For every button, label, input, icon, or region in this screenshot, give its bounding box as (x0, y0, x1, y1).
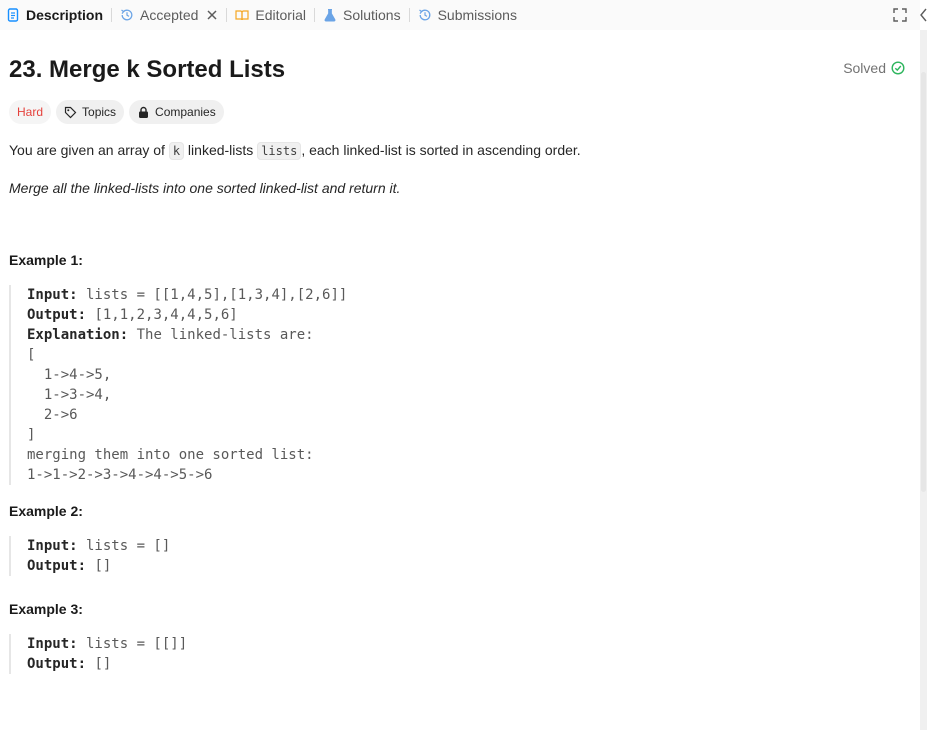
tab-description[interactable]: Description (0, 0, 109, 30)
tab-bar-actions (892, 7, 908, 23)
output-value: [] (86, 656, 112, 672)
tab-bar: Description Accepted Editorial Solutions (0, 0, 920, 30)
tab-divider (408, 8, 410, 22)
output-label: Output: (27, 307, 87, 323)
example-3-block: Input: lists = [[]] Output: [] (9, 634, 909, 674)
input-label: Input: (27, 636, 78, 652)
tab-editorial[interactable]: Editorial (229, 0, 312, 30)
example-2-block: Input: lists = [] Output: [] (9, 536, 909, 576)
tag-icon (64, 106, 77, 119)
check-circle-icon (891, 61, 905, 75)
scrollbar-thumb[interactable] (921, 72, 926, 492)
chevron-left-icon[interactable] (920, 6, 927, 24)
description-text: linked-lists (184, 142, 258, 158)
tab-solutions[interactable]: Solutions (317, 0, 407, 30)
tab-accepted[interactable]: Accepted (114, 0, 224, 30)
document-icon (6, 8, 20, 22)
explanation-label: Explanation: (27, 327, 129, 343)
example-3-title: Example 3: (9, 601, 83, 617)
input-value: lists = [[1,4,5],[1,3,4],[2,6]] (77, 287, 348, 303)
input-value: lists = [[]] (77, 636, 188, 652)
tab-submissions-label: Submissions (437, 7, 517, 23)
description-text: , each linked-list is sorted in ascendin… (301, 142, 581, 158)
example-2-title: Example 2: (9, 503, 83, 519)
tab-divider (111, 8, 113, 22)
example-1-title: Example 1: (9, 252, 83, 268)
problem-content: 23. Merge k Sorted Lists Solved Hard Top… (9, 44, 909, 674)
tab-submissions[interactable]: Submissions (412, 0, 523, 30)
tab-editorial-label: Editorial (255, 7, 306, 23)
output-value: [1,1,2,3,4,4,5,6] (86, 307, 238, 323)
topics-label: Topics (82, 105, 117, 119)
tab-solutions-label: Solutions (342, 7, 401, 23)
title-row: 23. Merge k Sorted Lists Solved (9, 44, 909, 96)
history-icon (120, 8, 134, 22)
difficulty-badge: Hard (9, 100, 52, 124)
close-icon[interactable] (206, 9, 218, 21)
lock-icon (137, 106, 150, 119)
description-text: You are given an array of (9, 142, 169, 158)
solved-status: Solved (843, 60, 905, 76)
input-value: lists = [] (77, 538, 171, 554)
scrollbar[interactable] (920, 30, 927, 730)
solved-label: Solved (843, 60, 886, 76)
tag-row: Hard Topics Companies (9, 100, 909, 126)
description-paragraph: You are given an array of k linked-lists… (9, 140, 909, 161)
explanation-value: The linked-lists are: [ 1->4->5, 1->3->4… (27, 327, 314, 483)
book-icon (235, 8, 249, 22)
companies-button[interactable]: Companies (129, 100, 224, 124)
tab-divider (226, 8, 228, 22)
tab-accepted-label: Accepted (140, 7, 199, 23)
output-value: [] (86, 558, 112, 574)
inline-code-lists: lists (257, 142, 302, 160)
expand-icon[interactable] (892, 7, 908, 23)
output-label: Output: (27, 558, 87, 574)
companies-label: Companies (155, 105, 216, 119)
problem-panel: Description Accepted Editorial Solutions (0, 0, 927, 730)
description-paragraph-italic: Merge all the linked-lists into one sort… (9, 180, 401, 196)
tab-divider (313, 8, 315, 22)
topics-button[interactable]: Topics (56, 100, 125, 124)
input-label: Input: (27, 538, 78, 554)
input-label: Input: (27, 287, 78, 303)
example-1-block: Input: lists = [[1,4,5],[1,3,4],[2,6]] O… (9, 285, 909, 485)
inline-code-k: k (168, 142, 185, 160)
flask-icon (323, 8, 337, 22)
output-label: Output: (27, 656, 87, 672)
page-title: 23. Merge k Sorted Lists (9, 56, 286, 83)
history-icon (418, 8, 432, 22)
tab-description-label: Description (26, 7, 104, 23)
